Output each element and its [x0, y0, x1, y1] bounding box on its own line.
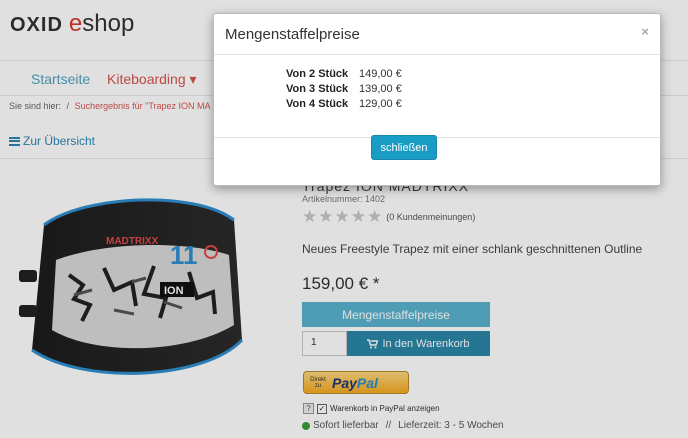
quantity-pricing-modal: Mengenstaffelpreise × Von 2 Stück 149,00…	[213, 13, 661, 186]
price-tier-row: Von 4 Stück 129,00 €	[286, 98, 402, 110]
price-tier-value: 129,00 €	[359, 98, 402, 110]
modal-title: Mengenstaffelpreise	[225, 26, 360, 43]
close-button[interactable]: schließen	[371, 135, 437, 160]
price-tier-label: Von 2 Stück	[286, 68, 349, 80]
price-tier-label: Von 3 Stück	[286, 83, 349, 95]
modal-header: Mengenstaffelpreise ×	[214, 14, 660, 55]
price-tier-value: 139,00 €	[359, 83, 402, 95]
price-tier-row: Von 2 Stück 149,00 €	[286, 68, 402, 80]
close-icon[interactable]: ×	[641, 24, 649, 39]
modal-body: Von 2 Stück 149,00 € Von 3 Stück 139,00 …	[214, 55, 660, 138]
price-tier-row: Von 3 Stück 139,00 €	[286, 83, 402, 95]
price-tier-label: Von 4 Stück	[286, 98, 349, 110]
price-tier-value: 149,00 €	[359, 68, 402, 80]
